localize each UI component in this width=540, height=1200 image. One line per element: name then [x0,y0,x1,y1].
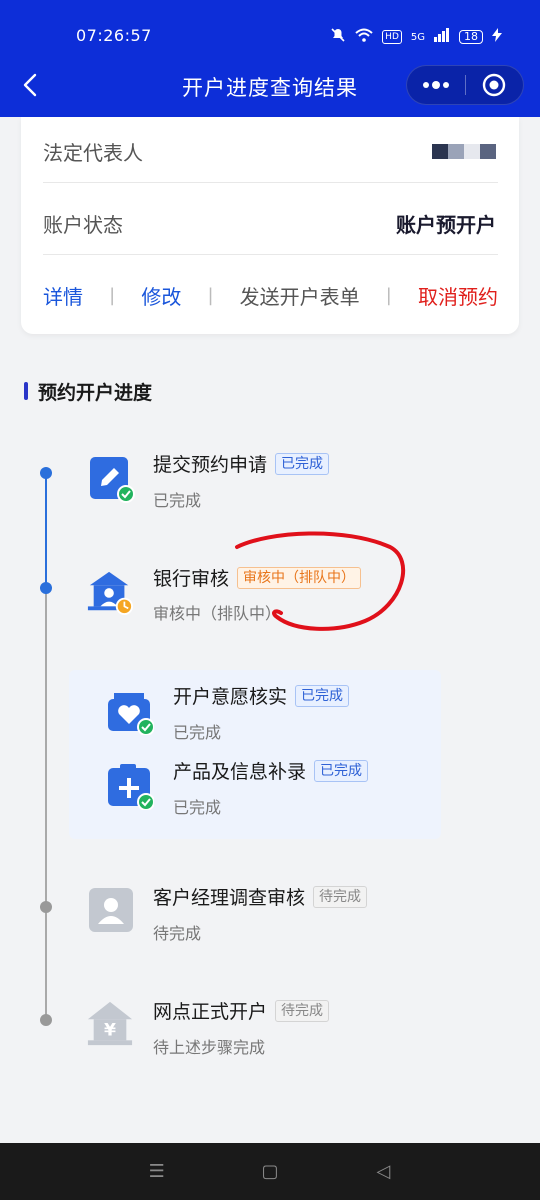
timeline-line-done [45,473,47,588]
row-account-status: 账户状态 账户预开户 [43,203,496,243]
menu-icon[interactable]: ☰ [137,1161,177,1182]
timeline-dot [40,582,52,594]
step-subtitle: 已完成 [153,491,202,510]
status-badge: 已完成 [295,684,350,707]
status-time: 07:26:57 [76,26,152,45]
step-title-text: 客户经理调查审核 [153,887,306,909]
home-square-icon[interactable]: ▢ [250,1161,290,1182]
bank-review-icon [87,571,134,616]
more-button[interactable] [407,65,465,105]
action-separator: | [385,284,392,306]
divider [43,182,498,183]
hd-badge: HD [382,30,402,44]
timeline-dot [40,901,52,913]
app-header: 07:26:57 HD 5G 18 开户进度查询结果 [0,0,540,117]
edit-document-icon [90,457,135,503]
step-subtitle: 待完成 [153,924,202,943]
divider [43,254,498,255]
card-actions: 详情 | 修改 | 发送开户表单 | 取消预约 [43,275,498,315]
step-subtitle: 已完成 [173,723,222,742]
account-card: 法定代表人 账户状态 账户预开户 详情 | 修改 | 发送开户表单 | 取消预约 [21,117,519,334]
modify-link[interactable]: 修改 [141,281,181,310]
bank-branch-icon: ¥ [87,1001,133,1046]
status-badge: 已完成 [314,759,369,782]
status-badge: 已完成 [275,452,330,475]
step-intent-verify-title: 开户意愿核实 已完成 [173,682,350,709]
svg-text:¥: ¥ [104,1021,116,1041]
network-label: 5G [410,31,425,43]
clipboard-add-icon [108,764,154,810]
account-status-label: 账户状态 [43,212,123,237]
step-title-text: 提交预约申请 [153,454,268,476]
account-manager-icon [89,888,133,932]
status-icons: HD 5G 18 [330,27,502,47]
legal-representative-label: 法定代表人 [43,140,143,165]
timeline-dot [40,467,52,479]
signal-icon [434,28,450,46]
section-accent [24,382,28,400]
section-title: 预约开户进度 [38,382,153,404]
step-subtitle: 待上述步骤完成 [153,1038,266,1057]
step-subtitle: 已完成 [173,798,222,817]
step-submit-title: 提交预约申请 已完成 [153,450,330,477]
wifi-icon [355,28,373,46]
timeline-dot [40,1014,52,1026]
charging-icon [492,28,502,46]
step-title-text: 银行审核 [153,568,230,590]
details-link[interactable]: 详情 [43,281,83,310]
battery-indicator: 18 [459,30,483,44]
status-badge: 待完成 [313,885,368,908]
step-title-text: 网点正式开户 [153,1001,268,1023]
close-miniapp-button[interactable] [465,65,523,105]
row-legal-representative: 法定代表人 [43,131,496,171]
timeline-line-pending [45,588,47,1020]
action-separator: | [207,284,214,306]
back-triangle-icon[interactable]: ◁ [363,1161,403,1182]
action-separator: | [109,284,116,306]
status-badge: 待完成 [275,999,330,1022]
step-title-text: 产品及信息补录 [173,761,307,783]
heart-folder-icon [108,693,154,735]
cancel-reservation-link[interactable]: 取消预约 [418,281,498,310]
step-manager-review-title: 客户经理调查审核 待完成 [153,883,368,910]
red-annotation-circle [235,531,406,631]
send-form-link[interactable]: 发送开户表单 [240,281,360,310]
mute-icon [330,27,346,47]
system-nav-bar: ☰ ▢ ◁ [0,1143,540,1200]
more-dots-icon [422,81,449,89]
target-circle-icon [483,73,506,97]
masked-value [432,143,496,159]
miniapp-capsule [406,65,524,105]
step-title-text: 开户意愿核实 [173,686,288,708]
step-info-supplement-title: 产品及信息补录 已完成 [173,757,369,784]
step-branch-open-title: 网点正式开户 待完成 [153,997,330,1024]
account-status-value: 账户预开户 [396,212,496,237]
